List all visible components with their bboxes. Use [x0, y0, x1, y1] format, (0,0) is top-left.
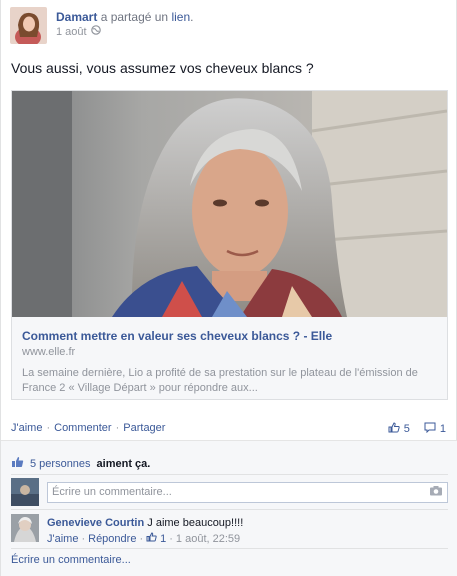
write-comment-link[interactable]: Écrire un commentaire... — [11, 554, 131, 566]
comment-author[interactable]: Genevieve Courtin — [47, 517, 144, 529]
action-suffix: . — [190, 10, 194, 24]
link-domain: www.elle.fr — [22, 346, 76, 358]
comment-count[interactable]: 1 — [440, 423, 446, 435]
action-prefix: a partagé un — [100, 10, 169, 24]
post-header: Damart a partagé un lien. 1 août — [10, 7, 193, 47]
comment-text: J aime beaucoup!!!! — [147, 517, 244, 529]
post-counts: 5 1 — [388, 422, 446, 436]
thumbs-up-icon — [11, 456, 24, 471]
current-user-avatar — [11, 478, 39, 506]
comment-button[interactable]: Commenter — [54, 422, 111, 434]
thumbs-up-icon[interactable] — [146, 532, 157, 547]
likes-summary: 5 personnes aiment ça. — [11, 456, 150, 471]
link-title[interactable]: Comment mettre en valeur ses cheveux bla… — [22, 329, 332, 343]
comment-like-count[interactable]: 1 — [160, 532, 166, 547]
separator: · — [115, 422, 120, 434]
comment-timestamp[interactable]: 1 août, 22:59 — [176, 532, 240, 547]
separator: · — [46, 422, 51, 434]
comment-input-placeholder: Écrire un commentaire... — [52, 486, 172, 498]
comment-reply-button[interactable]: Répondre — [88, 532, 136, 547]
thumbs-up-icon[interactable] — [388, 422, 400, 436]
share-button[interactable]: Partager — [123, 422, 165, 434]
separator: · — [139, 533, 144, 545]
author-name[interactable]: Damart — [56, 10, 97, 24]
action-link[interactable]: lien — [171, 10, 190, 24]
status-text: Vous aussi, vous assumez vos cheveux bla… — [11, 60, 314, 76]
link-preview-image[interactable] — [12, 91, 447, 317]
divider — [11, 474, 448, 475]
comment-composer: Écrire un commentaire... — [11, 478, 448, 506]
comment-item: Genevieve Courtin J aime beaucoup!!!! J'… — [11, 514, 243, 547]
author-avatar[interactable] — [10, 7, 47, 44]
link-preview-card[interactable]: Comment mettre en valeur ses cheveux bla… — [11, 90, 448, 400]
link-description: La semaine dernière, Lio a profité de sa… — [22, 367, 418, 394]
comment-bubble-icon[interactable] — [424, 422, 436, 436]
globe-icon[interactable] — [90, 25, 101, 40]
divider — [11, 509, 448, 510]
comment-body: Genevieve Courtin J aime beaucoup!!!! J'… — [47, 516, 243, 547]
separator: · — [169, 533, 173, 545]
header-text: Damart a partagé un lien. 1 août — [56, 10, 193, 47]
likes-suffix: aiment ça. — [96, 457, 151, 470]
comment-meta: J'aime · Répondre · 1 · 1 août, 22:59 — [47, 532, 243, 547]
separator: · — [81, 533, 86, 545]
commenter-avatar[interactable] — [11, 514, 39, 542]
comment-input[interactable]: Écrire un commentaire... — [47, 481, 448, 503]
like-count[interactable]: 5 — [404, 423, 410, 435]
feedback-section: 5 personnes aiment ça. Écrire un comment… — [1, 440, 457, 576]
post-actions: J'aime · Commenter · Partager — [11, 422, 448, 434]
post-date[interactable]: 1 août — [56, 25, 87, 40]
comment-like-button[interactable]: J'aime — [47, 532, 78, 547]
like-button[interactable]: J'aime — [11, 422, 42, 434]
divider — [11, 548, 448, 549]
likes-people-link[interactable]: 5 personnes — [30, 458, 91, 470]
feed-post: Damart a partagé un lien. 1 août Vous au… — [0, 0, 457, 576]
camera-icon[interactable] — [429, 485, 443, 499]
